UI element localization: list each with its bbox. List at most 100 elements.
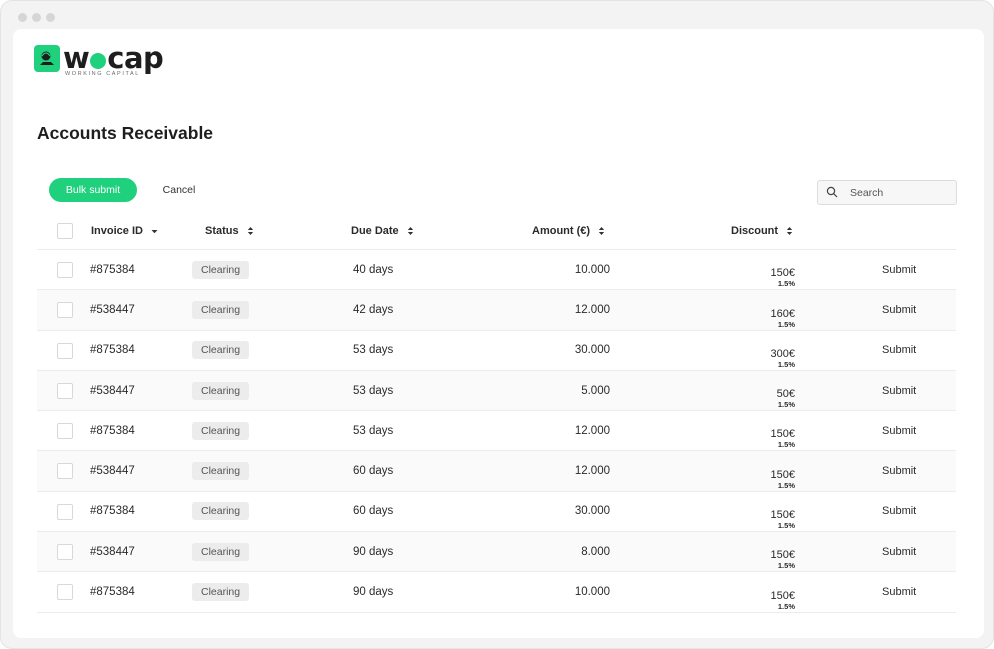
status-cell: Clearing (192, 331, 250, 370)
table-body: #875384 Clearing 40 days 10.000 150€ 1.5… (37, 250, 956, 613)
row-checkbox[interactable] (57, 544, 73, 561)
submit-link[interactable]: Submit (882, 465, 916, 477)
row-checkbox[interactable] (57, 463, 73, 480)
due-date-cell: 90 days (353, 545, 394, 558)
due-date-cell: 60 days (353, 505, 394, 518)
submit-link[interactable]: Submit (882, 385, 916, 397)
table-row[interactable]: #538447 Clearing 53 days 5.000 50€ 1.5% … (37, 370, 956, 412)
sort-desc-icon (151, 229, 158, 234)
submit-cell: Submit (882, 290, 916, 329)
discount-cell: 300€ 1.5% (695, 331, 795, 370)
submit-cell: Submit (882, 411, 916, 450)
invoice-id-cell: #875384 (90, 505, 135, 518)
search-input[interactable] (850, 186, 950, 199)
table-row[interactable]: #538447 Clearing 60 days 12.000 150€ 1.5… (37, 451, 956, 492)
status-cell: Clearing (192, 250, 250, 289)
logo-wordmark: w cap (63, 41, 164, 75)
discount-value: 50€ (776, 388, 795, 401)
discount-percent: 1.5% (777, 359, 795, 369)
status-badge: Clearing (192, 300, 250, 319)
status-cell: Clearing (192, 290, 250, 329)
page-title: Accounts Receivable (37, 123, 214, 143)
row-checkbox[interactable] (57, 342, 73, 359)
table-row[interactable]: #875384 Clearing 40 days 10.000 150€ 1.5… (37, 250, 956, 291)
invoice-id-cell: #875384 (90, 344, 135, 357)
table-row[interactable]: #875384 Clearing 90 days 10.000 150€ 1.5… (37, 572, 956, 613)
status-cell: Clearing (192, 492, 250, 531)
row-checkbox[interactable] (57, 382, 73, 399)
submit-link[interactable]: Submit (882, 304, 916, 316)
cancel-button[interactable]: Cancel (152, 178, 206, 202)
status-badge: Clearing (192, 583, 250, 602)
status-badge: Clearing (192, 381, 250, 400)
status-badge: Clearing (192, 502, 250, 521)
invoice-id-cell: #875384 (90, 263, 135, 276)
discount-percent: 1.5% (777, 521, 795, 531)
submit-link[interactable]: Submit (882, 344, 916, 356)
row-checkbox[interactable] (57, 423, 73, 440)
window-controls (18, 13, 55, 22)
search-box[interactable] (817, 180, 957, 205)
table-row[interactable]: #875384 Clearing 53 days 30.000 300€ 1.5… (37, 331, 956, 371)
window-dot-maximize[interactable] (46, 13, 55, 22)
row-checkbox[interactable] (57, 503, 73, 520)
column-label-amount: Amount (€) (532, 225, 591, 237)
row-checkbox[interactable] (57, 262, 73, 278)
amount-cell: 8.000 (581, 545, 610, 558)
table-row[interactable]: #875384 Clearing 60 days 30.000 150€ 1.5… (37, 492, 956, 533)
column-header-status[interactable]: Status (205, 212, 254, 250)
invoice-id-cell: #538447 (90, 465, 135, 478)
row-checkbox[interactable] (57, 302, 73, 319)
discount-value: 150€ (770, 549, 795, 562)
discount-cell: 150€ 1.5% (695, 572, 795, 611)
discount-value: 150€ (770, 267, 795, 280)
discount-value: 300€ (770, 347, 795, 360)
sort-icon (786, 226, 793, 236)
column-header-invoice-id[interactable]: Invoice ID (91, 212, 158, 250)
submit-link[interactable]: Submit (882, 264, 916, 276)
discount-percent: 1.5% (777, 601, 795, 611)
submit-link[interactable]: Submit (882, 586, 916, 598)
column-header-amount[interactable]: Amount (€) (532, 212, 605, 250)
submit-cell: Submit (882, 532, 916, 571)
status-cell: Clearing (192, 371, 250, 410)
sort-icon (407, 226, 414, 236)
status-badge: Clearing (192, 421, 250, 440)
discount-cell: 150€ 1.5% (695, 411, 795, 450)
discount-cell: 160€ 1.5% (695, 290, 795, 329)
column-header-discount[interactable]: Discount (731, 212, 793, 250)
status-badge: Clearing (192, 542, 250, 561)
discount-cell: 150€ 1.5% (695, 492, 795, 531)
logo-suffix: cap (107, 41, 164, 75)
brand-logo[interactable]: w cap WORKING CAPITAL (34, 41, 164, 77)
status-cell: Clearing (192, 572, 250, 611)
invoice-id-cell: #875384 (90, 424, 135, 437)
status-badge: Clearing (192, 260, 250, 279)
due-date-cell: 90 days (353, 586, 394, 599)
submit-cell: Submit (882, 572, 916, 611)
window-dot-close[interactable] (18, 13, 27, 22)
discount-percent: 1.5% (777, 440, 795, 450)
table-row[interactable]: #538447 Clearing 42 days 12.000 160€ 1.5… (37, 290, 956, 331)
submit-link[interactable]: Submit (882, 505, 916, 517)
submit-link[interactable]: Submit (882, 425, 916, 437)
submit-link[interactable]: Submit (882, 546, 916, 558)
status-cell: Clearing (192, 411, 250, 450)
window-dot-minimize[interactable] (32, 13, 41, 22)
column-label-invoice-id: Invoice ID (91, 225, 143, 237)
amount-cell: 12.000 (574, 424, 610, 437)
discount-value: 150€ (770, 509, 795, 522)
bulk-submit-button[interactable]: Bulk submit (49, 178, 137, 202)
discount-percent: 1.5% (777, 400, 795, 410)
select-all-checkbox[interactable] (57, 223, 73, 239)
table-row[interactable]: #875384 Clearing 53 days 12.000 150€ 1.5… (37, 411, 956, 452)
row-checkbox[interactable] (57, 584, 73, 601)
invoices-table: Invoice ID Status Due Date Amount (€) Di… (37, 212, 956, 613)
status-badge: Clearing (192, 341, 250, 360)
submit-cell: Submit (882, 250, 916, 289)
sort-icon (598, 226, 605, 236)
discount-cell: 150€ 1.5% (695, 532, 795, 571)
invoice-id-cell: #538447 (90, 545, 135, 558)
table-row[interactable]: #538447 Clearing 90 days 8.000 150€ 1.5%… (37, 532, 956, 573)
column-header-due-date[interactable]: Due Date (351, 212, 414, 250)
